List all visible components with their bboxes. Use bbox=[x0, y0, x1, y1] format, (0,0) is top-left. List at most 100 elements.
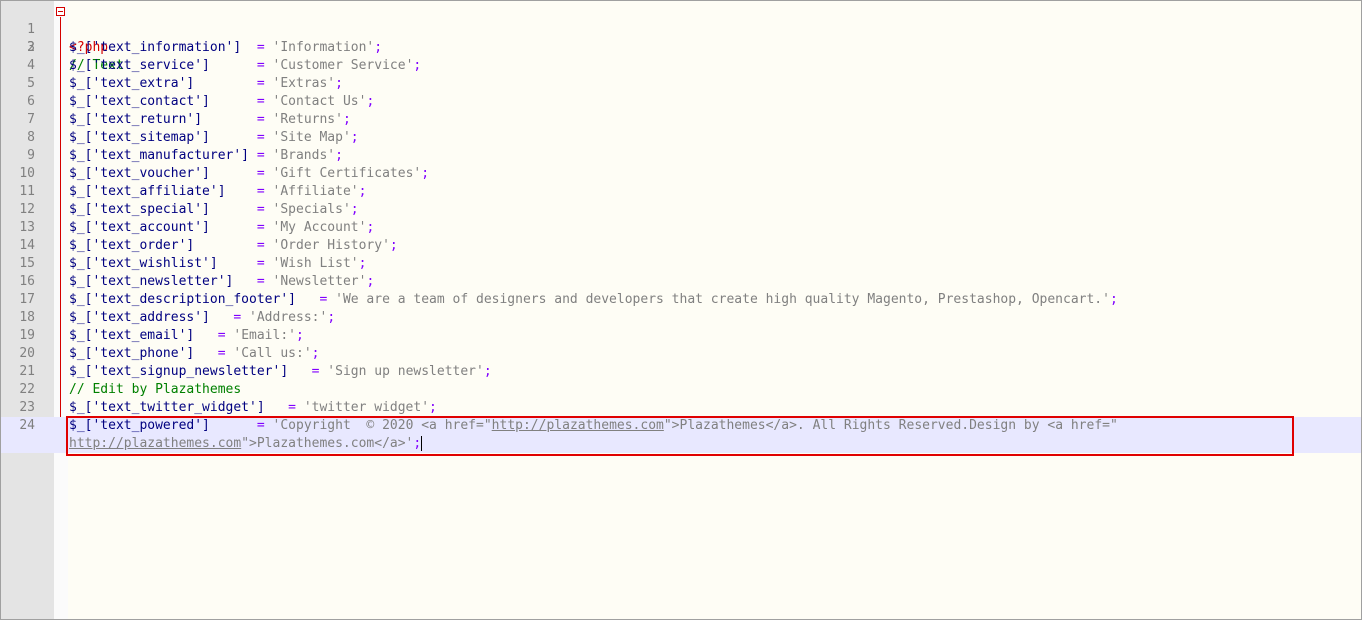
url-link[interactable]: http://plazathemes.com bbox=[492, 418, 664, 433]
line-number: 20 bbox=[19, 346, 35, 361]
array-key: $_['text_phone'] bbox=[69, 346, 195, 361]
string-value: 'Email:' bbox=[233, 328, 296, 343]
code-line[interactable]: 16 $_['text_newsletter'] = 'Newsletter'; bbox=[1, 273, 1361, 291]
padding bbox=[210, 418, 257, 433]
code-content: // Edit by Plazathemes bbox=[69, 381, 241, 399]
code-content: $_['text_information'] = 'Information'; bbox=[69, 39, 382, 57]
code-line[interactable]: 8 $_['text_sitemap'] = 'Site Map'; bbox=[1, 129, 1361, 147]
string-value: 'Gift Certificates' bbox=[272, 166, 422, 181]
padding bbox=[194, 76, 257, 91]
code-content: $_['text_account'] = 'My Account'; bbox=[69, 219, 374, 237]
string-value: 'Contact Us' bbox=[272, 94, 367, 109]
line-number: 4 bbox=[27, 58, 35, 73]
padding bbox=[194, 328, 217, 343]
code-line[interactable]: 20 $_['text_phone'] = 'Call us:'; bbox=[1, 345, 1361, 363]
code-content: $_['text_newsletter'] = 'Newsletter'; bbox=[69, 273, 374, 291]
string-value: 'We are a team of designers and develope… bbox=[335, 292, 1110, 307]
assign-operator: = bbox=[256, 58, 273, 73]
line-number: 19 bbox=[19, 328, 35, 343]
code-line[interactable]: 5 $_['text_extra'] = 'Extras'; bbox=[1, 75, 1361, 93]
line-number: 5 bbox=[27, 76, 35, 91]
code-line[interactable]: 10 $_['text_voucher'] = 'Gift Certificate… bbox=[1, 165, 1361, 183]
line-number: 21 bbox=[19, 364, 35, 379]
text-cursor bbox=[421, 436, 423, 451]
code-line[interactable]: 13 $_['text_account'] = 'My Account'; bbox=[1, 219, 1361, 237]
code-line[interactable]: 21 $_['text_signup_newsletter'] = 'Sign u… bbox=[1, 363, 1361, 381]
code-content: $_['text_twitter_widget'] = 'twitter wid… bbox=[69, 399, 437, 417]
padding bbox=[210, 94, 257, 109]
padding bbox=[210, 310, 233, 325]
code-line[interactable]: 14 $_['text_order'] = 'Order History'; bbox=[1, 237, 1361, 255]
padding bbox=[194, 238, 257, 253]
code-content: $_['text_address'] = 'Address:'; bbox=[69, 309, 335, 327]
code-content: $_['text_manufacturer'] = 'Brands'; bbox=[69, 147, 343, 165]
line-number: 8 bbox=[27, 130, 35, 145]
url-link[interactable]: http://plazathemes.com bbox=[69, 436, 241, 451]
code-line[interactable]: 15 $_['text_wishlist'] = 'Wish List'; bbox=[1, 255, 1361, 273]
code-content: $_['text_signup_newsletter'] = 'Sign up … bbox=[69, 363, 492, 381]
code-line[interactable]: 1 <?php bbox=[1, 3, 1361, 55]
padding bbox=[210, 130, 257, 145]
array-key: $_['text_powered'] bbox=[69, 418, 210, 433]
semicolon: ; bbox=[429, 400, 437, 415]
line-number: 12 bbox=[19, 202, 35, 217]
string-value: 'Customer Service' bbox=[272, 58, 414, 73]
code-line[interactable]: 12 $_['text_special'] = 'Specials'; bbox=[1, 201, 1361, 219]
code-line[interactable]: 3 $_['text_information'] = 'Information'; bbox=[1, 39, 1361, 57]
code-line[interactable]: 7 $_['text_return'] = 'Returns'; bbox=[1, 111, 1361, 129]
code-line[interactable]: 9 $_['text_manufacturer'] = 'Brands'; bbox=[1, 147, 1361, 165]
code-content: $_['text_phone'] = 'Call us:'; bbox=[69, 345, 319, 363]
padding bbox=[202, 112, 257, 127]
padding bbox=[288, 364, 311, 379]
line-number: 13 bbox=[19, 220, 35, 235]
assign-operator: = bbox=[256, 202, 273, 217]
code-line[interactable]: 2 // Text bbox=[1, 21, 1361, 73]
array-key: $_['text_information'] bbox=[69, 40, 242, 55]
assign-operator: = bbox=[256, 184, 273, 199]
line-number: 14 bbox=[19, 238, 35, 253]
code-line-wrapped[interactable]: http://plazathemes.com">Plazathemes.com<… bbox=[1, 435, 1361, 453]
code-content: $_['text_powered'] = 'Copyright © 2020 <… bbox=[69, 417, 1118, 435]
padding bbox=[296, 292, 319, 307]
assign-operator: = bbox=[288, 400, 304, 415]
line-number: 18 bbox=[19, 310, 35, 325]
code-content: $_['text_return'] = 'Returns'; bbox=[69, 111, 351, 129]
string-value: 'Specials' bbox=[272, 202, 351, 217]
assign-operator: = bbox=[256, 220, 273, 235]
code-line[interactable]: 19 $_['text_email'] = 'Email:'; bbox=[1, 327, 1361, 345]
assign-operator: = bbox=[256, 40, 273, 55]
string-value: 'Newsletter' bbox=[272, 274, 367, 289]
padding bbox=[226, 184, 257, 199]
array-key: $_['text_affiliate'] bbox=[69, 184, 226, 199]
code-content: $_['text_special'] = 'Specials'; bbox=[69, 201, 359, 219]
assign-operator: = bbox=[256, 274, 273, 289]
code-line[interactable]: 22 // Edit by Plazathemes bbox=[1, 381, 1361, 399]
assign-operator: = bbox=[256, 112, 273, 127]
assign-operator: = bbox=[256, 148, 273, 163]
code-lines[interactable]: 1 <?php 2 // Text 3 $_['text_information'… bbox=[1, 3, 1361, 453]
string-value: 'My Account' bbox=[272, 220, 367, 235]
array-key: $_['text_contact'] bbox=[69, 94, 210, 109]
string-value: 'Call us:' bbox=[233, 346, 312, 361]
assign-operator: = bbox=[319, 292, 336, 307]
string-value: ">Plazathemes</a>. All Rights Reserved.D… bbox=[663, 418, 1118, 433]
code-line[interactable]: 11 $_['text_affiliate'] = 'Affiliate'; bbox=[1, 183, 1361, 201]
line-number: 22 bbox=[19, 382, 35, 397]
string-value: 'Information' bbox=[272, 40, 375, 55]
semicolon: ; bbox=[350, 130, 359, 145]
code-content: $_['text_wishlist'] = 'Wish List'; bbox=[69, 255, 366, 273]
array-key: $_['text_description_footer'] bbox=[69, 292, 296, 307]
code-line-current[interactable]: 24 $_['text_powered'] = 'Copyright © 2020… bbox=[1, 417, 1361, 435]
code-line[interactable]: 17 $_['text_description_footer'] = 'We ar… bbox=[1, 291, 1361, 309]
code-line[interactable]: 18 $_['text_address'] = 'Address:'; bbox=[1, 309, 1361, 327]
code-line[interactable]: 23 $_['text_twitter_widget'] = 'twitter w… bbox=[1, 399, 1361, 417]
line-number: 3 bbox=[27, 40, 35, 55]
assign-operator: = bbox=[311, 364, 328, 379]
assign-operator: = bbox=[233, 310, 250, 325]
semicolon: ; bbox=[374, 40, 383, 55]
code-editor[interactable]: 1 <?php 2 // Text 3 $_['text_information'… bbox=[0, 0, 1362, 620]
code-line[interactable]: 4 $_['text_service'] = 'Customer Service'… bbox=[1, 57, 1361, 75]
semicolon: ; bbox=[358, 256, 367, 271]
line-number: 9 bbox=[27, 148, 35, 163]
code-line[interactable]: 6 $_['text_contact'] = 'Contact Us'; bbox=[1, 93, 1361, 111]
